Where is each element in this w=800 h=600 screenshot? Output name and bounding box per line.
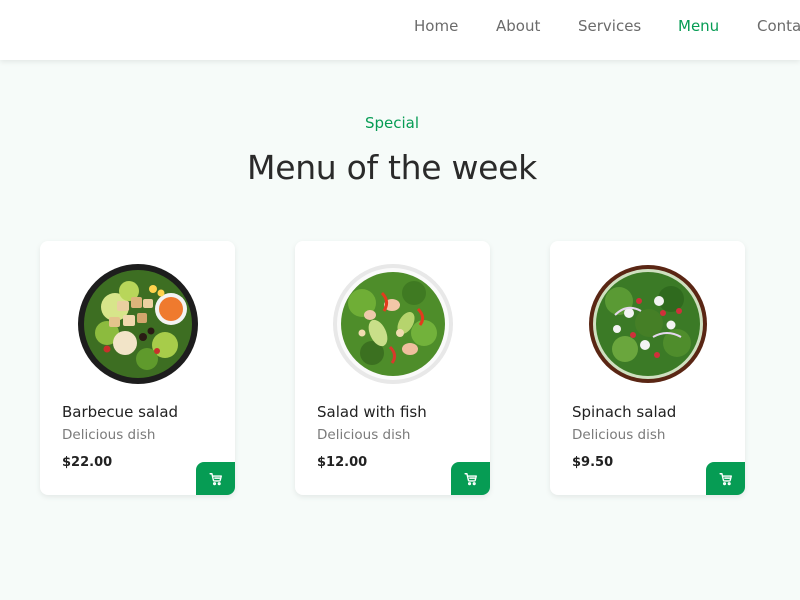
shopping-cart-icon [463, 472, 477, 485]
dish-name: Salad with fish [317, 403, 427, 421]
menu-card-spinach-salad: Spinach salad Delicious dish $9.50 [550, 241, 745, 495]
dish-price: $9.50 [572, 455, 614, 470]
fish-salad-image [333, 264, 453, 384]
menu-card-barbecue-salad: Barbecue salad Delicious dish $22.00 [40, 241, 235, 495]
shopping-cart-icon [208, 472, 222, 485]
dish-description: Delicious dish [572, 427, 666, 443]
shopping-cart-icon [718, 472, 732, 485]
add-to-cart-button[interactable] [706, 462, 745, 495]
section-title: Menu of the week [247, 148, 537, 187]
nav-link-home[interactable]: Home [414, 17, 458, 35]
dish-description: Delicious dish [62, 427, 156, 443]
nav-link-services[interactable]: Services [578, 17, 641, 35]
section-subtitle: Special [364, 114, 420, 132]
main-nav: Home About Services Menu Contact [0, 0, 800, 60]
dish-price: $22.00 [62, 455, 113, 470]
nav-link-about[interactable]: About [496, 17, 540, 35]
dish-name: Spinach salad [572, 403, 677, 421]
nav-link-contact[interactable]: Contact [757, 17, 800, 35]
dish-name: Barbecue salad [62, 403, 179, 421]
site-header: Home About Services Menu Contact [0, 0, 800, 60]
dish-price: $12.00 [317, 455, 368, 470]
dish-description: Delicious dish [317, 427, 411, 443]
add-to-cart-button[interactable] [451, 462, 490, 495]
add-to-cart-button[interactable] [196, 462, 235, 495]
menu-card-salad-with-fish: Salad with fish Delicious dish $12.00 [295, 241, 490, 495]
barbecue-salad-image [78, 264, 198, 384]
nav-link-menu[interactable]: Menu [678, 17, 719, 35]
spinach-salad-image [589, 265, 707, 383]
